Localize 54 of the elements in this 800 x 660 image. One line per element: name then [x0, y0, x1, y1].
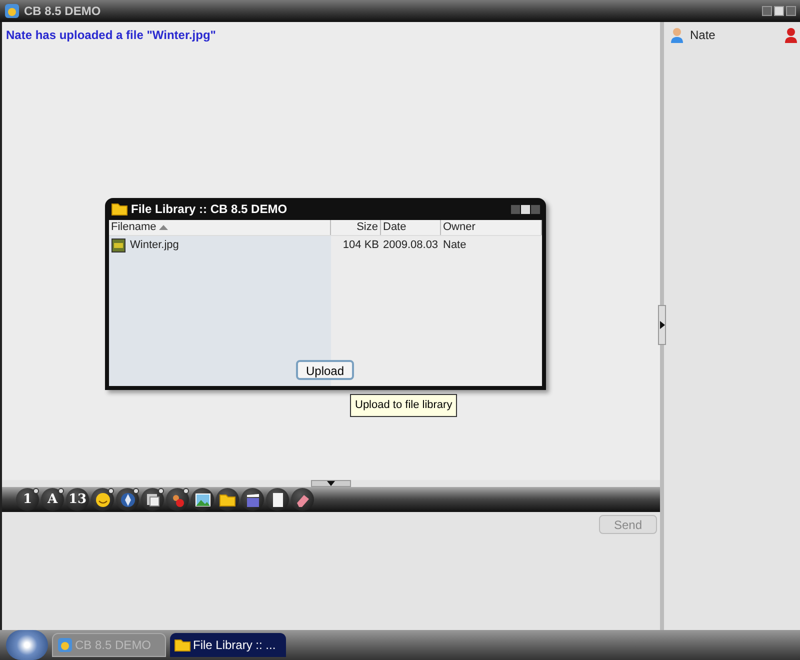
app-icon [4, 3, 20, 19]
menu-indicator-icon [133, 488, 139, 494]
column-header[interactable]: Date [381, 220, 441, 235]
toolbar-button[interactable]: A [41, 488, 64, 511]
toolbar-button[interactable] [166, 488, 189, 511]
menu-indicator-icon [183, 488, 189, 494]
smiley-icon [94, 492, 110, 508]
toolbar-glyph: 1 [22, 490, 32, 509]
eraser-icon [294, 492, 310, 506]
menu-indicator-icon [158, 488, 164, 494]
image-file-icon [111, 238, 126, 253]
toolbar-button[interactable] [241, 488, 264, 511]
user-icon [670, 27, 684, 43]
toolbar-button[interactable]: 1 [16, 488, 39, 511]
toolbar-button[interactable] [91, 488, 114, 511]
app-icon [57, 637, 73, 653]
toolbar-button[interactable] [191, 488, 214, 511]
column-header[interactable]: Owner [441, 220, 542, 235]
toolbar-button[interactable] [116, 488, 139, 511]
column-header[interactable]: Filename [109, 220, 331, 235]
folder-icon [219, 492, 236, 506]
upload-button[interactable]: Upload [296, 360, 354, 380]
chevron-down-icon [327, 481, 335, 486]
collapse-handle[interactable] [311, 480, 351, 487]
menu-indicator-icon [58, 488, 64, 494]
toolbar-button[interactable] [141, 488, 164, 511]
note-icon [272, 492, 284, 508]
folder-icon [111, 202, 128, 216]
chevron-right-icon[interactable] [660, 321, 664, 329]
toolbar-button[interactable] [291, 488, 314, 511]
image-icon [194, 492, 210, 506]
window-title: CB 8.5 DEMO [24, 3, 101, 20]
start-orb-icon[interactable] [6, 630, 48, 660]
table-cell-text: 104 KB [342, 238, 380, 254]
tooltip: Upload to file library [350, 394, 458, 416]
folder-icon [174, 638, 191, 652]
status-icon [784, 27, 798, 43]
dialog-title: File Library :: CB 8.5 DEMO [131, 201, 288, 218]
taskbar-button[interactable]: File Library :: ... [170, 633, 286, 657]
toolbar-glyph: A [47, 490, 58, 509]
sort-ascending-icon [159, 225, 168, 230]
column-header[interactable]: Size [331, 220, 381, 235]
toolbar-button[interactable] [266, 488, 289, 511]
table-cell-text: Winter.jpg [130, 238, 179, 254]
table-cell-text: 2009.08.03 [382, 238, 440, 254]
menu-indicator-icon [108, 488, 114, 494]
clapper-icon [244, 492, 260, 508]
menu-indicator-icon [33, 488, 39, 494]
toolbar-button[interactable] [216, 488, 239, 511]
files-icon [144, 492, 160, 508]
user-name[interactable]: Nate [690, 26, 716, 44]
chat-message: Nate has uploaded a file "Winter.jpg" [6, 27, 217, 44]
table-cell-text: Nate [442, 238, 468, 254]
maximize-icon[interactable] [521, 204, 530, 214]
